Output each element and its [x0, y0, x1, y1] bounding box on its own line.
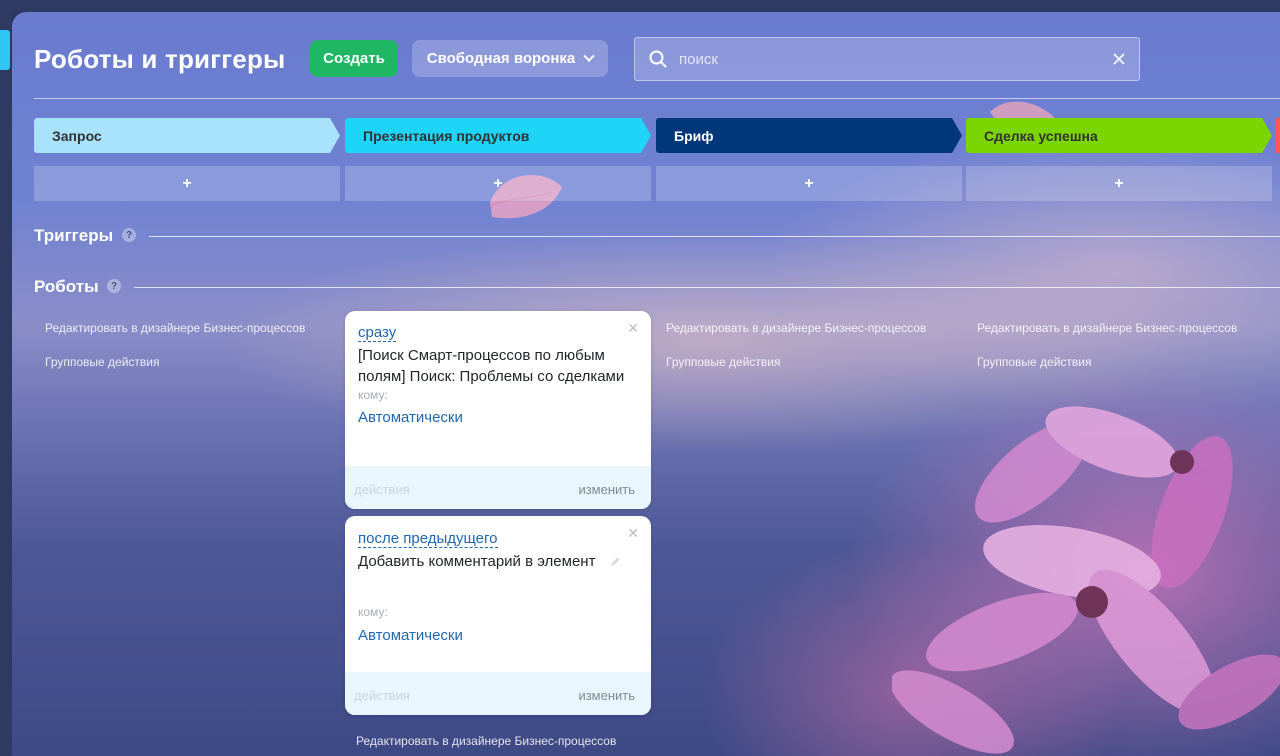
stage-presentation: Презентация продуктов	[345, 118, 651, 153]
add-trigger-button[interactable]: +	[656, 166, 962, 201]
create-button[interactable]: Создать	[310, 40, 398, 77]
add-trigger-button[interactable]: +	[966, 166, 1272, 201]
edit-designer-link[interactable]: Редактировать в дизайнере Бизнес-процесс…	[356, 734, 616, 748]
close-icon[interactable]: ✕	[627, 320, 639, 337]
close-icon[interactable]: ✕	[627, 525, 639, 542]
sidebar-active-indicator	[0, 30, 10, 70]
robot-condition[interactable]: сразу	[358, 324, 397, 342]
triggers-divider	[149, 236, 1280, 237]
triggers-title: Триггеры	[34, 226, 114, 245]
funnel-select-button[interactable]: Свободная воронка	[412, 40, 608, 77]
edit-designer-link[interactable]: Редактировать в дизайнере Бизнес-процесс…	[666, 321, 926, 335]
robot-card-footer: действия изменить	[345, 466, 651, 509]
robot-actions-link[interactable]: действия	[354, 482, 410, 497]
stage-next-edge	[1276, 118, 1280, 153]
edit-designer-link[interactable]: Редактировать в дизайнере Бизнес-процесс…	[45, 321, 305, 335]
robot-edit-link[interactable]: изменить	[578, 482, 635, 497]
chevron-down-icon	[583, 50, 595, 62]
stage-label: Презентация продуктов	[363, 127, 530, 144]
stage-label: Бриф	[674, 127, 714, 144]
help-icon[interactable]: ?	[122, 228, 136, 242]
stage-request: Запрос	[34, 118, 340, 153]
group-actions-link[interactable]: Групповые действия	[45, 355, 160, 369]
robots-divider	[134, 287, 1280, 288]
page-title: Роботы и триггеры	[34, 44, 286, 74]
robot-responsible-label: кому:	[358, 388, 388, 402]
robot-title: [Поиск Смарт-процессов по любым полям] П…	[358, 347, 625, 385]
robot-responsible-value[interactable]: Автоматически	[358, 627, 463, 644]
funnel-select-label: Свободная воронка	[426, 50, 576, 67]
robot-title: Добавить комментарий в элемент	[358, 553, 596, 570]
left-sidebar-edge	[0, 0, 12, 756]
add-trigger-button[interactable]: +	[34, 166, 340, 201]
robot-edit-link[interactable]: изменить	[578, 688, 635, 703]
pencil-icon[interactable]	[609, 556, 621, 568]
stage-label: Сделка успешна	[984, 127, 1098, 144]
search-box	[634, 37, 1140, 81]
robot-actions-link[interactable]: действия	[354, 688, 410, 703]
close-icon[interactable]	[1111, 51, 1127, 67]
slider-panel: Роботы и триггеры Создать Свободная воро…	[12, 12, 1280, 756]
robot-card-footer: действия изменить	[345, 672, 651, 715]
stage-label: Запрос	[52, 127, 102, 144]
search-input[interactable]	[679, 38, 1099, 80]
group-actions-link[interactable]: Групповые действия	[666, 355, 781, 369]
edit-designer-link[interactable]: Редактировать в дизайнере Бизнес-процесс…	[977, 321, 1237, 335]
robot-responsible-label: кому:	[358, 605, 388, 619]
robots-title: Роботы	[34, 277, 99, 296]
add-trigger-button[interactable]: +	[345, 166, 651, 201]
stage-brief: Бриф	[656, 118, 962, 153]
robot-card[interactable]: ✕ после предыдущего Добавить комментарий…	[345, 516, 651, 715]
group-actions-link[interactable]: Групповые действия	[977, 355, 1092, 369]
search-icon	[649, 50, 667, 68]
header-divider	[34, 98, 1280, 99]
stage-deal-won: Сделка успешна	[966, 118, 1272, 153]
robot-condition[interactable]: после предыдущего	[358, 530, 498, 548]
robot-card[interactable]: ✕ сразу [Поиск Смарт-процессов по любым …	[345, 311, 651, 509]
help-icon[interactable]: ?	[107, 279, 121, 293]
window-top-edge	[0, 0, 1280, 12]
robot-responsible-value[interactable]: Автоматически	[358, 409, 463, 426]
